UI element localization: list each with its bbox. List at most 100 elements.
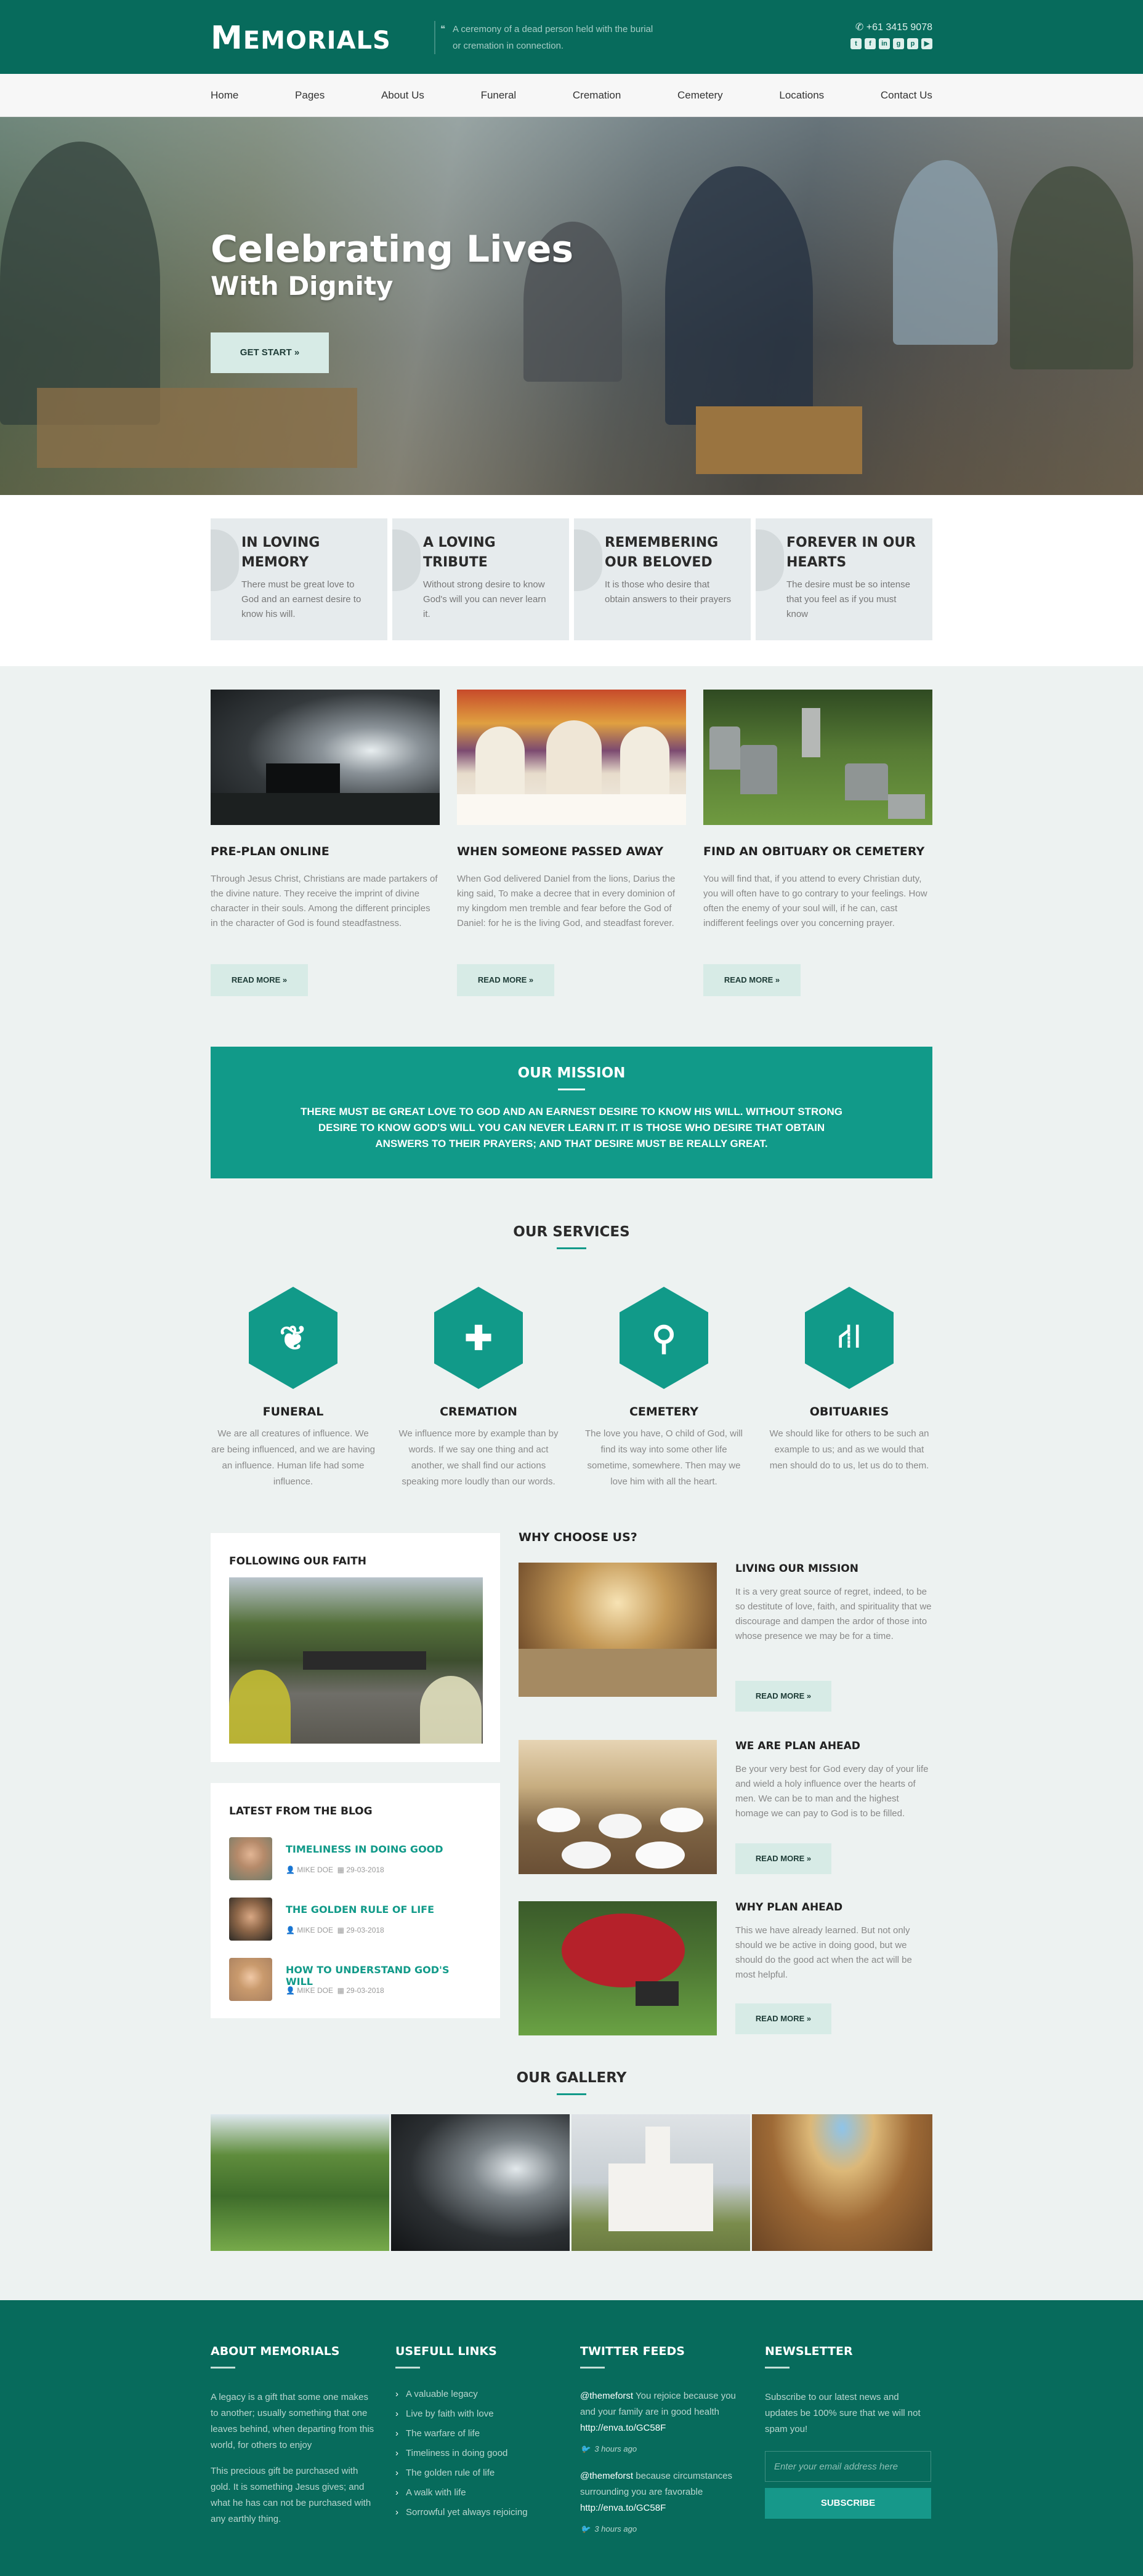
calendar-icon: ▦	[337, 1926, 344, 1934]
footer-newsletter: NEWSLETTER Subscribe to our latest news …	[765, 2345, 931, 2519]
service-item[interactable]: ✚ CREMATION We influence more by example…	[396, 1287, 561, 1490]
google-plus-icon[interactable]: g	[893, 38, 904, 49]
read-more-button[interactable]: READ MORE »	[457, 964, 554, 996]
map-pin-icon: ⚲	[652, 1319, 676, 1357]
user-icon: 👤	[286, 1926, 295, 1934]
info-card: PRE-PLAN ONLINE Through Jesus Christ, Ch…	[211, 690, 440, 996]
flowers	[229, 1670, 291, 1744]
nav-funeral[interactable]: Funeral	[481, 89, 517, 102]
service-item[interactable]: ❦ FUNERAL We are all creatures of influe…	[211, 1287, 376, 1490]
service-item[interactable]: ⛙ OBITUARIES We should like for others t…	[767, 1287, 932, 1474]
ground	[211, 793, 440, 825]
read-more-button[interactable]: READ MORE »	[735, 1681, 831, 1712]
linkedin-icon[interactable]: in	[879, 38, 890, 49]
blog-post[interactable]: HOW TO UNDERSTAND GOD'S WILL 👤 MIKE DOE …	[229, 1958, 475, 2002]
read-more-button[interactable]: READ MORE »	[703, 964, 801, 996]
card-image-cemetery[interactable]	[703, 690, 932, 825]
calendar-icon: ▦	[337, 1986, 344, 1995]
headstone	[802, 708, 820, 757]
service-item[interactable]: ⚲ CEMETERY The love you have, O child of…	[581, 1287, 746, 1490]
feature-box[interactable]: REMEMBERING OUR BELOVED It is those who d…	[574, 518, 751, 640]
facebook-icon[interactable]: f	[865, 38, 876, 49]
gallery-image-park[interactable]	[211, 2114, 389, 2251]
headstone	[636, 1981, 679, 2006]
tweet: @themeforst because circumstances surrou…	[580, 2471, 733, 2534]
leaf-icon: ❦	[279, 1319, 307, 1357]
feature-box[interactable]: IN LOVING MEMORY There must be great love…	[211, 518, 387, 640]
footer-link[interactable]: Timeliness in doing good	[395, 2444, 562, 2463]
hero-crate	[696, 406, 862, 474]
hexagon-badge: ⛙	[805, 1287, 894, 1389]
info-card: WHEN SOMEONE PASSED AWAY When God delive…	[457, 690, 686, 996]
footer-link[interactable]: A walk with life	[395, 2483, 562, 2503]
hero-figure	[1010, 166, 1133, 369]
read-more-button[interactable]: READ MORE »	[735, 2003, 831, 2034]
feature-bg-glyph	[756, 529, 784, 591]
site-logo[interactable]: MEMORIALS	[211, 20, 391, 57]
why-choose-title: WHY CHOOSE US?	[519, 1531, 637, 1544]
why-image-hall[interactable]	[519, 1563, 717, 1697]
pinterest-icon[interactable]: p	[907, 38, 918, 49]
gallery-image-dome[interactable]	[752, 2114, 932, 2251]
card-image-priests[interactable]	[457, 690, 686, 825]
nav-about-us[interactable]: About Us	[381, 89, 424, 102]
mission-title: OUR MISSION	[517, 1065, 626, 1081]
nav-cemetery[interactable]: Cemetery	[677, 89, 723, 102]
footer-link[interactable]: The golden rule of life	[395, 2463, 562, 2483]
card-image-night-chapel[interactable]	[211, 690, 440, 825]
widget-title: LATEST FROM THE BLOG	[229, 1805, 373, 1817]
title-underline	[580, 2367, 605, 2369]
youtube-icon[interactable]: ▶	[921, 38, 932, 49]
feature-bg-glyph	[574, 529, 602, 591]
footer-about: ABOUT MEMORIALS A legacy is a gift that …	[211, 2345, 374, 2524]
services-title: OUR SERVICES	[513, 1224, 630, 1240]
nav-locations[interactable]: Locations	[779, 89, 824, 102]
twitter-icon: 🐦	[580, 2444, 591, 2453]
feature-box[interactable]: A LOVING TRIBUTE Without strong desire to…	[392, 518, 569, 640]
nav-contact-us[interactable]: Contact Us	[881, 89, 932, 102]
gallery-image-church[interactable]	[572, 2114, 750, 2251]
footer-link[interactable]: Sorrowful yet always rejoicing	[395, 2503, 562, 2522]
faith-image[interactable]	[229, 1577, 483, 1744]
tweet: @themeforst You rejoice because you and …	[580, 2391, 736, 2453]
widget-title: FOLLOWING OUR FAITH	[229, 1555, 366, 1568]
social-icons: t f in g p ▶	[850, 38, 932, 49]
footer-link[interactable]: A valuable legacy	[395, 2385, 562, 2404]
footer-twitter: TWITTER FEEDS @themeforst You rejoice be…	[580, 2345, 746, 2537]
title-underline	[395, 2367, 420, 2369]
avatar	[229, 1898, 272, 1941]
table	[562, 1841, 611, 1869]
nav-pages[interactable]: Pages	[295, 89, 325, 102]
read-more-button[interactable]: READ MORE »	[211, 964, 308, 996]
footer-link[interactable]: The warfare of life	[395, 2424, 562, 2444]
features-band	[0, 495, 1143, 666]
why-image-tree[interactable]	[519, 1901, 717, 2035]
blog-post[interactable]: TIMELINESS IN DOING GOOD 👤 MIKE DOE ▦ 29…	[229, 1837, 475, 1882]
feature-box[interactable]: FOREVER IN OUR HEARTS The desire must be …	[756, 518, 932, 640]
email-field[interactable]: Enter your email address here	[765, 2451, 931, 2482]
nav-cremation[interactable]: Cremation	[573, 89, 621, 102]
info-card: FIND AN OBITUARY OR CEMETERY You will fi…	[703, 690, 932, 996]
red-tree	[562, 1914, 685, 1987]
user-icon: 👤	[286, 1866, 295, 1874]
altar	[457, 794, 686, 825]
why-item: WE ARE PLAN AHEAD Be your very best for …	[519, 1740, 932, 1874]
avatar	[229, 1837, 272, 1880]
blog-post[interactable]: THE GOLDEN RULE OF LIFE 👤 MIKE DOE ▦ 29-…	[229, 1898, 475, 1942]
hero-subtitle: With Dignity	[211, 271, 394, 301]
gallery-image-night[interactable]	[391, 2114, 570, 2251]
phone-number[interactable]: ✆ +61 3415 9078	[855, 21, 932, 33]
title-underline	[557, 2093, 586, 2095]
twitter-icon[interactable]: t	[850, 38, 862, 49]
building-silhouette	[266, 763, 340, 794]
subscribe-button[interactable]: SUBSCRIBE	[765, 2488, 931, 2519]
why-item: WHY PLAN AHEAD This we have already lear…	[519, 1901, 932, 2035]
why-image-banquet[interactable]	[519, 1740, 717, 1874]
footer-link[interactable]: Live by faith with love	[395, 2404, 562, 2424]
get-start-button[interactable]: GET START »	[211, 332, 329, 373]
table	[599, 1814, 642, 1838]
feature-bg-glyph	[211, 529, 239, 591]
twitter-icon: 🐦	[580, 2524, 591, 2534]
read-more-button[interactable]: READ MORE »	[735, 1843, 831, 1874]
nav-home[interactable]: Home	[211, 89, 238, 102]
